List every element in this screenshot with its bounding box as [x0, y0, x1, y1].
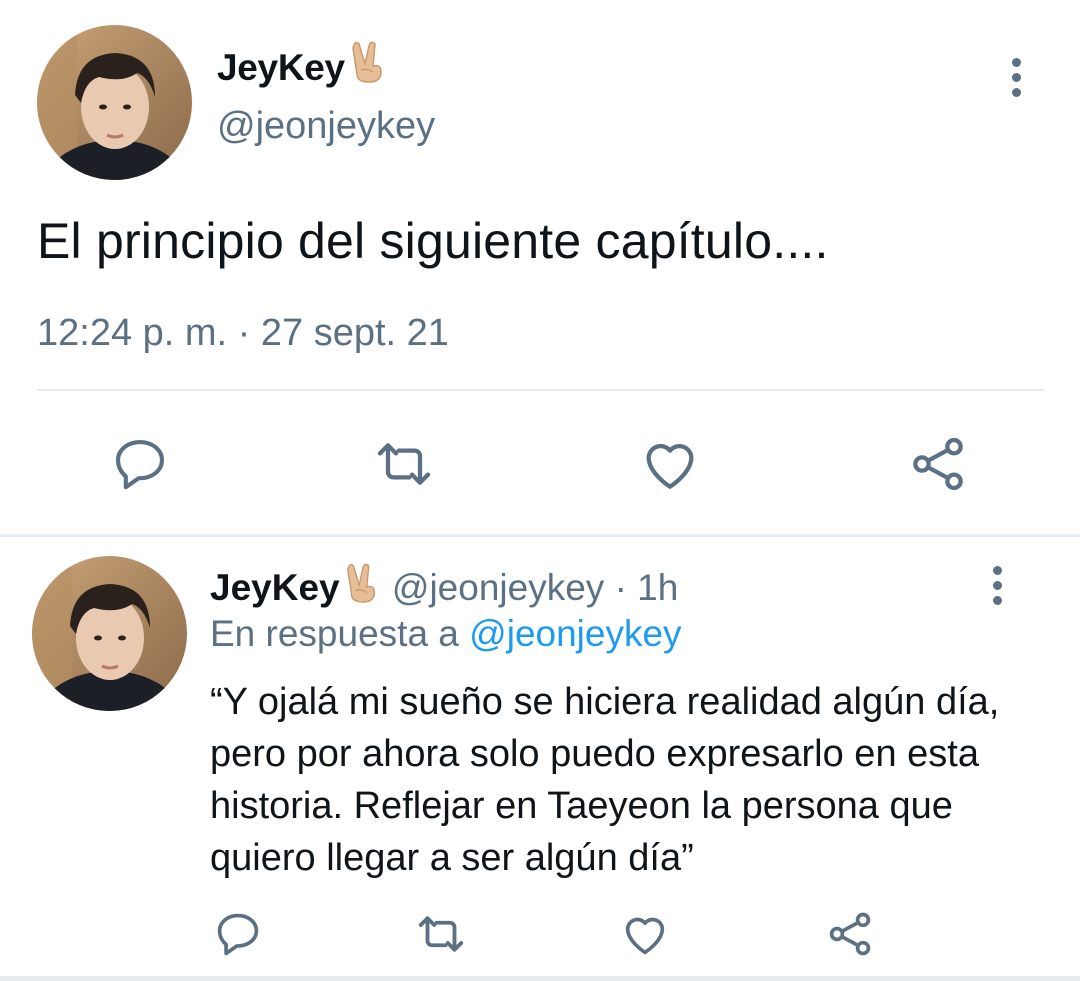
reply-button[interactable]: [210, 906, 266, 962]
like-button[interactable]: [617, 906, 673, 962]
mention-link[interactable]: @jeonjeykey: [469, 613, 681, 654]
more-options-icon[interactable]: [1012, 58, 1021, 103]
tweet-timestamp[interactable]: 12:24 p. m. · 27 sept. 21: [37, 312, 449, 355]
tweet-text: “Y ojalá mi sueño se hiciera realidad al…: [210, 681, 1000, 879]
reply-icon: [217, 913, 259, 956]
victory-hand-emoji: [349, 40, 389, 93]
author-name[interactable]: JeyKey: [210, 567, 340, 608]
reply-prefix: En respuesta a: [210, 613, 459, 654]
section-divider: [0, 534, 1080, 537]
retweet-button[interactable]: [372, 432, 436, 496]
heart-icon: [646, 444, 694, 489]
reply-button[interactable]: [108, 432, 172, 496]
reply-header: JeyKey @jeonjeykey · 1h: [210, 562, 678, 613]
share-icon: [829, 912, 871, 956]
section-divider: [0, 976, 1080, 981]
author-name[interactable]: JeyKey: [217, 40, 389, 93]
tweet-time[interactable]: · 1h: [615, 567, 679, 608]
divider: [37, 389, 1044, 391]
author-handle[interactable]: @jeonjeykey: [217, 105, 435, 148]
share-button[interactable]: [822, 906, 878, 962]
avatar[interactable]: [37, 25, 192, 180]
retweet-icon: [418, 916, 464, 952]
reply-icon: [115, 439, 165, 490]
like-button[interactable]: [638, 432, 702, 496]
reply-context: En respuesta a @jeonjeykey: [210, 613, 682, 655]
main-tweet: JeyKey @jeonjeykey El principio del sigu…: [0, 0, 1080, 534]
more-options-icon[interactable]: [993, 566, 1002, 611]
victory-hand-emoji: [344, 562, 382, 613]
tweet-text: El principio del siguiente capítulo....: [37, 213, 829, 269]
share-icon: [913, 437, 963, 491]
retweet-icon: [377, 443, 431, 485]
author-handle[interactable]: @jeonjeykey: [392, 567, 604, 608]
heart-icon: [625, 917, 665, 955]
avatar[interactable]: [32, 556, 187, 711]
share-button[interactable]: [906, 432, 970, 496]
retweet-button[interactable]: [413, 906, 469, 962]
